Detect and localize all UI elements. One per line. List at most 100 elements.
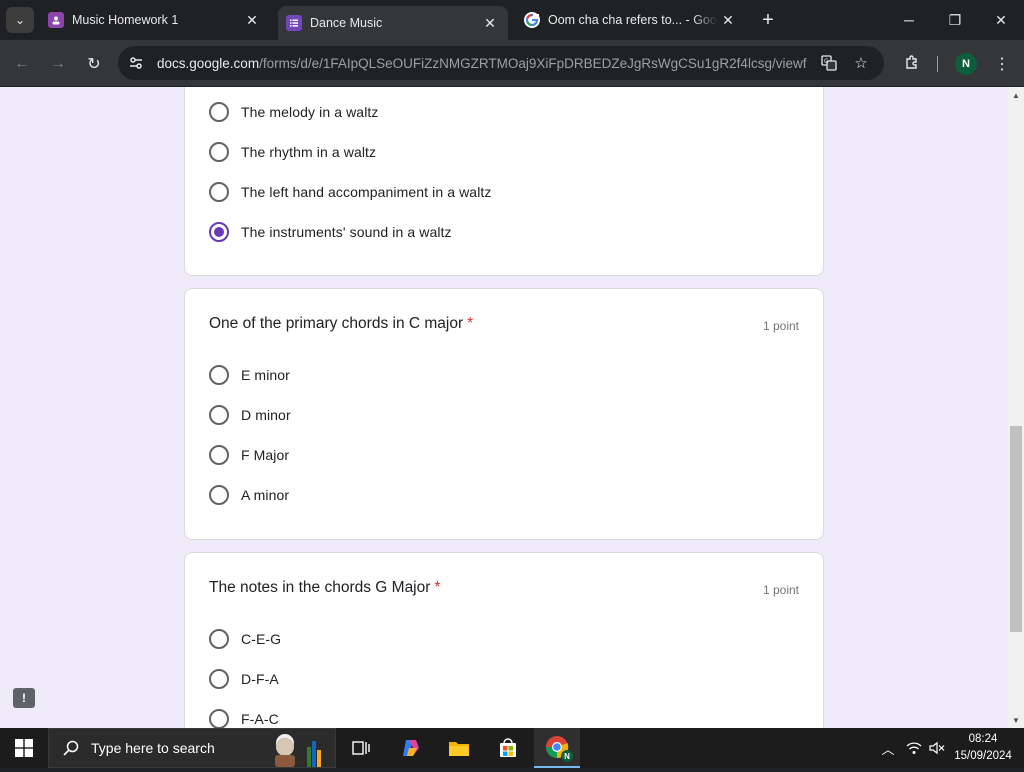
reload-icon: ↻ [87, 56, 101, 73]
url-path: /forms/d/e/1FAIpQLSeOUFiZzNMGZRTMOaj9XiF… [259, 55, 807, 71]
option-label: A minor [241, 487, 290, 503]
scroll-thumb[interactable] [1010, 426, 1022, 632]
radio-button[interactable] [209, 629, 229, 649]
option-f-a-c[interactable]: F-A-C [209, 707, 279, 728]
system-clock[interactable]: 08:24 15/09/2024 [950, 731, 1016, 765]
radio-button[interactable] [209, 445, 229, 465]
tab-dance-music[interactable]: Dance Music ✕ [278, 6, 508, 40]
option-label: F-A-C [241, 711, 279, 727]
wifi-icon [906, 742, 922, 754]
radio-button[interactable] [209, 102, 229, 122]
radio-button[interactable] [209, 669, 229, 689]
scroll-down-icon[interactable]: ▼ [1008, 712, 1024, 728]
chrome-icon: N [545, 735, 573, 762]
site-info-icon[interactable] [122, 49, 150, 77]
star-icon[interactable]: ☆ [847, 49, 875, 77]
chrome-taskbar-button[interactable]: N [534, 728, 580, 768]
option-rhythm[interactable]: The rhythm in a waltz [209, 140, 376, 164]
windows-icon [15, 739, 33, 757]
question-card-primary-chords: One of the primary chords in C major * 1 … [184, 288, 824, 540]
restore-button[interactable]: ❐ [932, 0, 978, 40]
close-icon[interactable]: ✕ [242, 10, 262, 30]
search-icon [63, 740, 79, 756]
start-button[interactable] [0, 728, 48, 768]
google-forms-icon [286, 15, 302, 31]
question-title: The notes in the chords G Major * [209, 579, 440, 597]
option-instruments[interactable]: The instruments' sound in a waltz [209, 220, 452, 244]
browser-toolbar: ← → ↻ docs.google.com/forms/d/e/1FAIpQLS… [0, 40, 1024, 87]
option-label: D-F-A [241, 671, 279, 687]
minimize-button[interactable]: ─ [886, 0, 932, 40]
option-label: The rhythm in a waltz [241, 144, 377, 160]
arrow-right-icon: → [50, 55, 66, 72]
tab-search-button[interactable]: ⌄ [6, 7, 34, 33]
radio-button[interactable] [209, 485, 229, 505]
question-title: One of the primary chords in C major * [209, 315, 473, 333]
page-scrollbar[interactable]: ▲ ▼ [1008, 87, 1024, 728]
close-icon: ✕ [995, 11, 1007, 28]
toolbar-divider [937, 56, 938, 72]
address-bar[interactable]: docs.google.com/forms/d/e/1FAIpQLSeOUFiZ… [118, 46, 884, 80]
network-button[interactable] [903, 728, 925, 768]
taskbar-search[interactable]: Type here to search [48, 728, 336, 768]
microsoft-store-button[interactable] [485, 728, 531, 768]
option-label: F Major [241, 447, 290, 463]
close-icon[interactable]: ✕ [718, 10, 738, 30]
reload-button[interactable]: ↻ [80, 50, 108, 78]
task-view-icon [352, 741, 370, 755]
option-left-hand[interactable]: The left hand accompaniment in a waltz [209, 180, 492, 204]
forward-button[interactable]: → [44, 50, 72, 78]
extensions-button[interactable] [898, 50, 926, 78]
radio-button[interactable] [209, 182, 229, 202]
tab-title: Music Homework 1 [72, 13, 179, 27]
profile-avatar[interactable]: N [955, 53, 977, 75]
option-f-major[interactable]: F Major [209, 443, 289, 467]
question-points: 1 point [762, 583, 799, 597]
google-classroom-icon [48, 12, 64, 28]
radio-button[interactable] [209, 365, 229, 385]
search-highlight-icon [265, 733, 329, 767]
menu-button[interactable]: ⋮ [988, 50, 1016, 78]
chevron-up-icon: ︿ [881, 741, 895, 757]
option-d-f-a[interactable]: D-F-A [209, 667, 279, 691]
show-hidden-icons-button[interactable]: ︿ [878, 728, 898, 768]
tab-google-search[interactable]: Oom cha cha refers to... - Goog ✕ [516, 0, 746, 40]
option-label: D minor [241, 407, 291, 423]
option-d-minor[interactable]: D minor [209, 403, 291, 427]
close-window-button[interactable]: ✕ [978, 0, 1024, 40]
radio-button[interactable] [209, 405, 229, 425]
required-asterisk: * [467, 315, 474, 332]
arrow-left-icon: ← [14, 55, 30, 72]
copilot-button[interactable] [388, 728, 434, 768]
new-tab-button[interactable]: + [756, 8, 780, 32]
radio-button[interactable] [209, 709, 229, 728]
question-points: 1 point [762, 319, 799, 333]
report-feedback-button[interactable]: ! [13, 688, 35, 708]
option-c-e-g[interactable]: C-E-G [209, 627, 281, 651]
close-icon[interactable]: ✕ [480, 13, 500, 33]
option-a-minor[interactable]: A minor [209, 483, 289, 507]
more-vert-icon: ⋮ [994, 56, 1010, 73]
scroll-up-icon[interactable]: ▲ [1008, 87, 1024, 103]
puzzle-icon [904, 54, 920, 75]
radio-button[interactable] [209, 142, 229, 162]
copilot-icon [403, 740, 419, 756]
tab-title: Dance Music [310, 16, 383, 30]
option-melody[interactable]: The melody in a waltz [209, 100, 379, 124]
task-view-button[interactable] [338, 728, 384, 768]
translate-icon[interactable]: G [815, 49, 843, 77]
clock-time: 08:24 [968, 733, 998, 745]
back-button[interactable]: ← [8, 50, 36, 78]
svg-text:G: G [824, 58, 829, 65]
radio-button-selected[interactable] [209, 222, 229, 242]
option-label: The left hand accompaniment in a waltz [241, 184, 492, 200]
file-explorer-button[interactable] [436, 728, 482, 768]
volume-button[interactable] [926, 728, 948, 768]
tab-music-homework[interactable]: Music Homework 1 ✕ [40, 0, 270, 40]
question-card-waltz: The melody in a waltz The rhythm in a wa… [184, 87, 824, 276]
exclamation-icon: ! [22, 691, 26, 705]
speaker-muted-icon [929, 741, 945, 755]
option-e-minor[interactable]: E minor [209, 363, 290, 387]
url-text: docs.google.com/forms/d/e/1FAIpQLSeOUFiZ… [157, 56, 807, 71]
option-label: The instruments' sound in a waltz [241, 224, 452, 240]
